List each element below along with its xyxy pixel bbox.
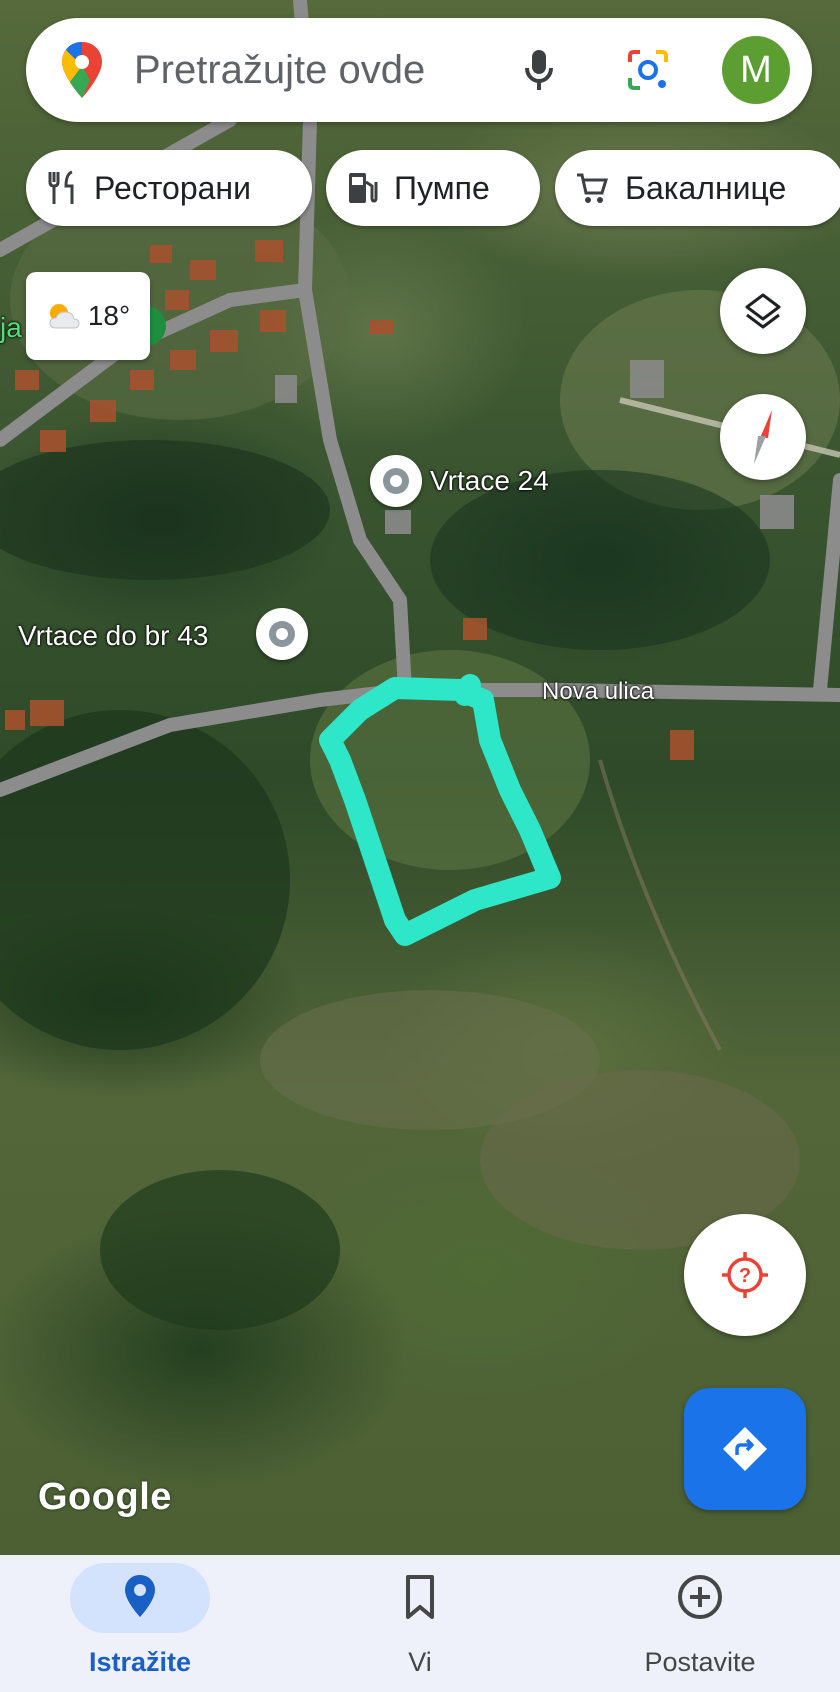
add-circle-icon — [678, 1575, 722, 1619]
layers-icon — [745, 293, 781, 329]
place-label-vrtace-do-br-43[interactable]: Vrtace do br 43 — [18, 620, 208, 652]
location-unknown-icon: ? — [722, 1252, 768, 1298]
nav-label-explore: Istražite — [88, 1647, 192, 1677]
directions-button[interactable] — [684, 1388, 806, 1510]
microphone-icon[interactable] — [524, 48, 554, 92]
partly-cloudy-icon — [49, 304, 80, 329]
nav-label-you: Vi — [408, 1647, 432, 1677]
directions-icon — [723, 1427, 767, 1471]
nav-label-contribute: Postavite — [644, 1647, 756, 1677]
weather-temperature: 18° — [87, 300, 131, 331]
explore-pin-icon — [125, 1575, 155, 1617]
search-bar[interactable]: Pretražujte ovde M — [26, 18, 812, 122]
nav-you[interactable]: Vi — [280, 1555, 560, 1692]
place-label-vrtace-24[interactable]: Vrtace 24 — [430, 465, 549, 497]
account-avatar[interactable]: M — [722, 36, 790, 104]
place-pin-vrtace-do-br-43[interactable] — [256, 608, 308, 660]
gas-station-icon — [349, 173, 378, 203]
place-pin-vrtace-24[interactable] — [370, 455, 422, 507]
layers-button[interactable] — [720, 268, 806, 354]
google-logo: Google — [38, 1476, 172, 1518]
google-maps-logo-icon — [62, 42, 102, 98]
search-placeholder[interactable]: Pretražujte ovde — [134, 48, 425, 93]
restaurant-icon — [48, 170, 74, 204]
svg-text:?: ? — [739, 1265, 751, 1287]
chip-label: Пумпе — [394, 169, 490, 206]
nav-contribute[interactable]: Postavite — [560, 1555, 840, 1692]
chip-label: Бакалнице — [625, 169, 787, 206]
compass-icon — [754, 410, 772, 464]
chip-gas-stations[interactable]: Пумпе — [326, 150, 540, 226]
my-location-button[interactable]: ? — [684, 1214, 806, 1336]
shopping-cart-icon — [577, 173, 609, 203]
bookmark-icon — [406, 1575, 434, 1619]
bottom-navigation: Istražite Vi Postavite — [0, 1555, 840, 1692]
chip-groceries[interactable]: Бакалнице — [555, 150, 840, 226]
weather-widget[interactable]: 18° — [26, 272, 150, 360]
chip-label: Ресторани — [94, 169, 251, 206]
google-lens-icon[interactable] — [626, 48, 670, 92]
compass-button[interactable] — [720, 394, 806, 480]
street-label: Nova ulica — [542, 678, 655, 705]
nav-explore[interactable]: Istražite — [0, 1555, 280, 1692]
chip-restaurants[interactable]: Ресторани — [26, 150, 312, 226]
edge-place-label: ja — [0, 312, 22, 343]
